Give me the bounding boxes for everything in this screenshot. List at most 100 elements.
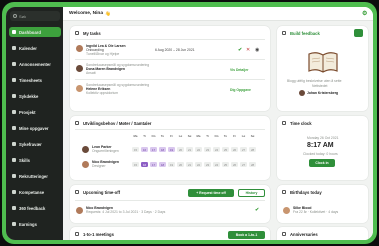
day-header: Sø bbox=[187, 134, 192, 138]
day-header: Ti bbox=[143, 134, 146, 138]
settings-icon[interactable]: ⚙ bbox=[362, 11, 368, 17]
clock-icon bbox=[12, 78, 16, 82]
card-title: Build feedback bbox=[290, 31, 320, 36]
search-input[interactable]: Søk bbox=[10, 11, 60, 21]
search-icon bbox=[13, 14, 17, 18]
calendar-cell[interactable]: 20 bbox=[177, 162, 184, 167]
feedback-text: Blogg utfrlig beskrivelse uten å sette bbox=[287, 79, 342, 83]
timeclock-card: Time clock Monday 26 Oct 2021 8:17 AM Cl… bbox=[277, 116, 368, 180]
sidebar-item-label: Rekrutteringer bbox=[19, 173, 48, 179]
calendar-cell[interactable]: 27 bbox=[240, 162, 247, 167]
folder-icon bbox=[12, 110, 16, 114]
sidebar-item-timesheets[interactable]: Timesheets bbox=[9, 75, 61, 85]
calendar-cell[interactable]: 21 bbox=[186, 147, 193, 152]
feedback-icon bbox=[282, 31, 286, 35]
book-icon bbox=[308, 52, 338, 73]
person-name: Johan Kristersberg bbox=[307, 91, 339, 95]
sidebar-item-recruitment[interactable]: Rekrutteringer bbox=[9, 171, 61, 181]
book-one-to-one-button[interactable]: Book a 1-to-1 bbox=[228, 231, 265, 239]
day-header: Lø bbox=[178, 134, 183, 138]
avatar bbox=[299, 90, 305, 96]
search-placeholder: Søk bbox=[19, 13, 27, 19]
card-title: Utviklingsbehov / Møter / Samtaler bbox=[83, 121, 152, 126]
medical-icon bbox=[12, 94, 16, 98]
person-role: Designer bbox=[92, 164, 106, 168]
calendar-cell[interactable]: 16 bbox=[141, 147, 148, 152]
calendar-cell[interactable]: 23 bbox=[204, 162, 211, 167]
calendar-icon bbox=[75, 190, 79, 194]
person-role: Onguerrilleningen bbox=[92, 149, 119, 153]
bed-icon bbox=[12, 142, 16, 146]
avatar bbox=[283, 207, 290, 214]
avatar bbox=[82, 161, 89, 168]
calendar-cell[interactable]: 17 bbox=[150, 162, 157, 167]
calendar-cell[interactable]: 24 bbox=[213, 162, 220, 167]
avatar bbox=[76, 65, 83, 72]
development-card: Utviklingsbehov / Møter / Samtaler Leon … bbox=[70, 116, 270, 180]
card-title: Anniversaries bbox=[290, 232, 318, 237]
request-timeoff-button[interactable]: + Request time off bbox=[188, 189, 234, 197]
calendar-cell[interactable]: 15 bbox=[132, 162, 139, 167]
task-date: 6 Aug 2020 – 28 Jun 2021 bbox=[155, 48, 195, 52]
sidebar-item-earnings[interactable]: Earnings bbox=[9, 219, 61, 229]
task-link[interactable]: Dig Oppgave bbox=[230, 88, 251, 92]
sidebar-item-competence[interactable]: Kompetanse bbox=[9, 187, 61, 197]
calendar-cell[interactable]: 16 bbox=[141, 162, 148, 167]
history-button[interactable]: History bbox=[238, 189, 265, 197]
calendar-cell[interactable]: 17 bbox=[150, 147, 157, 152]
dashboard-icon bbox=[12, 30, 16, 34]
sidebar-item-my-tasks[interactable]: Mine oppgaver bbox=[9, 123, 61, 133]
sidebar-item-sick-leave[interactable]: Sykefravær bbox=[9, 139, 61, 149]
calendar-cell[interactable]: 25 bbox=[222, 162, 229, 167]
sidebar-item-label: Kompetanse bbox=[19, 189, 45, 195]
avatar bbox=[76, 207, 83, 214]
sidebar-item-sick[interactable]: Sykdekke bbox=[9, 91, 61, 101]
calendar-cell[interactable]: 28 bbox=[249, 162, 256, 167]
calendar-cell[interactable]: 23 bbox=[204, 147, 211, 152]
calendar-cell[interactable]: 20 bbox=[177, 147, 184, 152]
calendar-cell[interactable]: 26 bbox=[231, 147, 238, 152]
calendar-cell[interactable]: 18 bbox=[159, 162, 166, 167]
sidebar-item-label: Kalender bbox=[19, 45, 37, 51]
avatar bbox=[76, 45, 83, 52]
sidebar-item-projects[interactable]: Prosjekt bbox=[9, 107, 61, 117]
day-header: To bbox=[223, 134, 228, 138]
calendar-cell[interactable]: 27 bbox=[240, 147, 247, 152]
close-icon[interactable]: ✕ bbox=[246, 47, 250, 53]
calendar-cell[interactable]: 22 bbox=[195, 162, 202, 167]
calendar-cell[interactable]: 19 bbox=[168, 162, 175, 167]
clock-icon bbox=[282, 121, 286, 125]
sidebar-item-calendar[interactable]: Kalender bbox=[9, 43, 61, 53]
sidebar-item-announcements[interactable]: Annonsementer bbox=[9, 59, 61, 69]
view-icon[interactable]: ◉ bbox=[255, 47, 259, 53]
add-feedback-icon[interactable] bbox=[354, 29, 363, 37]
day-header: To bbox=[160, 134, 165, 138]
calendar-cell[interactable]: 24 bbox=[213, 147, 220, 152]
calendar-cell[interactable]: 22 bbox=[195, 147, 202, 152]
calendar-cell[interactable]: 18 bbox=[159, 147, 166, 152]
calendar-cell[interactable]: 21 bbox=[186, 162, 193, 167]
badge-icon bbox=[12, 190, 16, 194]
clock-date: Monday 26 Oct 2021 bbox=[307, 136, 339, 140]
calendar-cell[interactable]: 26 bbox=[231, 162, 238, 167]
day-header: Ti bbox=[206, 134, 209, 138]
sidebar-item-label: 360 feedback bbox=[19, 205, 46, 211]
task-link[interactable]: Vis Detaljer bbox=[230, 68, 248, 72]
sidebar-item-dashboard[interactable]: Dashboard bbox=[9, 27, 61, 37]
calendar-cell[interactable]: 15 bbox=[132, 147, 139, 152]
calendar-cell[interactable]: 28 bbox=[249, 147, 256, 152]
sidebar-item-label: Timesheets bbox=[19, 77, 42, 83]
wallet-icon bbox=[12, 222, 16, 226]
calendar-icon bbox=[12, 46, 16, 50]
calendar-cell[interactable]: 25 bbox=[222, 147, 229, 152]
sidebar-item-label: Dashboard bbox=[19, 29, 41, 35]
clock-in-button[interactable]: Clock in bbox=[309, 159, 335, 167]
grid-icon bbox=[75, 121, 79, 125]
sidebar-item-feedback[interactable]: 360 feedback bbox=[9, 203, 61, 213]
timeoff-detail: Requests: 4 Jul 2021 to 3 Jul 2021 · 3 D… bbox=[86, 210, 166, 214]
sidebar-item-skills[interactable]: Skills bbox=[9, 155, 61, 165]
feedback-card: Build feedback Blogg utfrlig beskrivelse… bbox=[277, 26, 368, 111]
main-content: Welcome, Nina 👋 ⚙ My tasks Ingvild Lea &… bbox=[63, 7, 373, 240]
star-icon bbox=[12, 158, 16, 162]
calendar-cell[interactable]: 19 bbox=[168, 147, 175, 152]
